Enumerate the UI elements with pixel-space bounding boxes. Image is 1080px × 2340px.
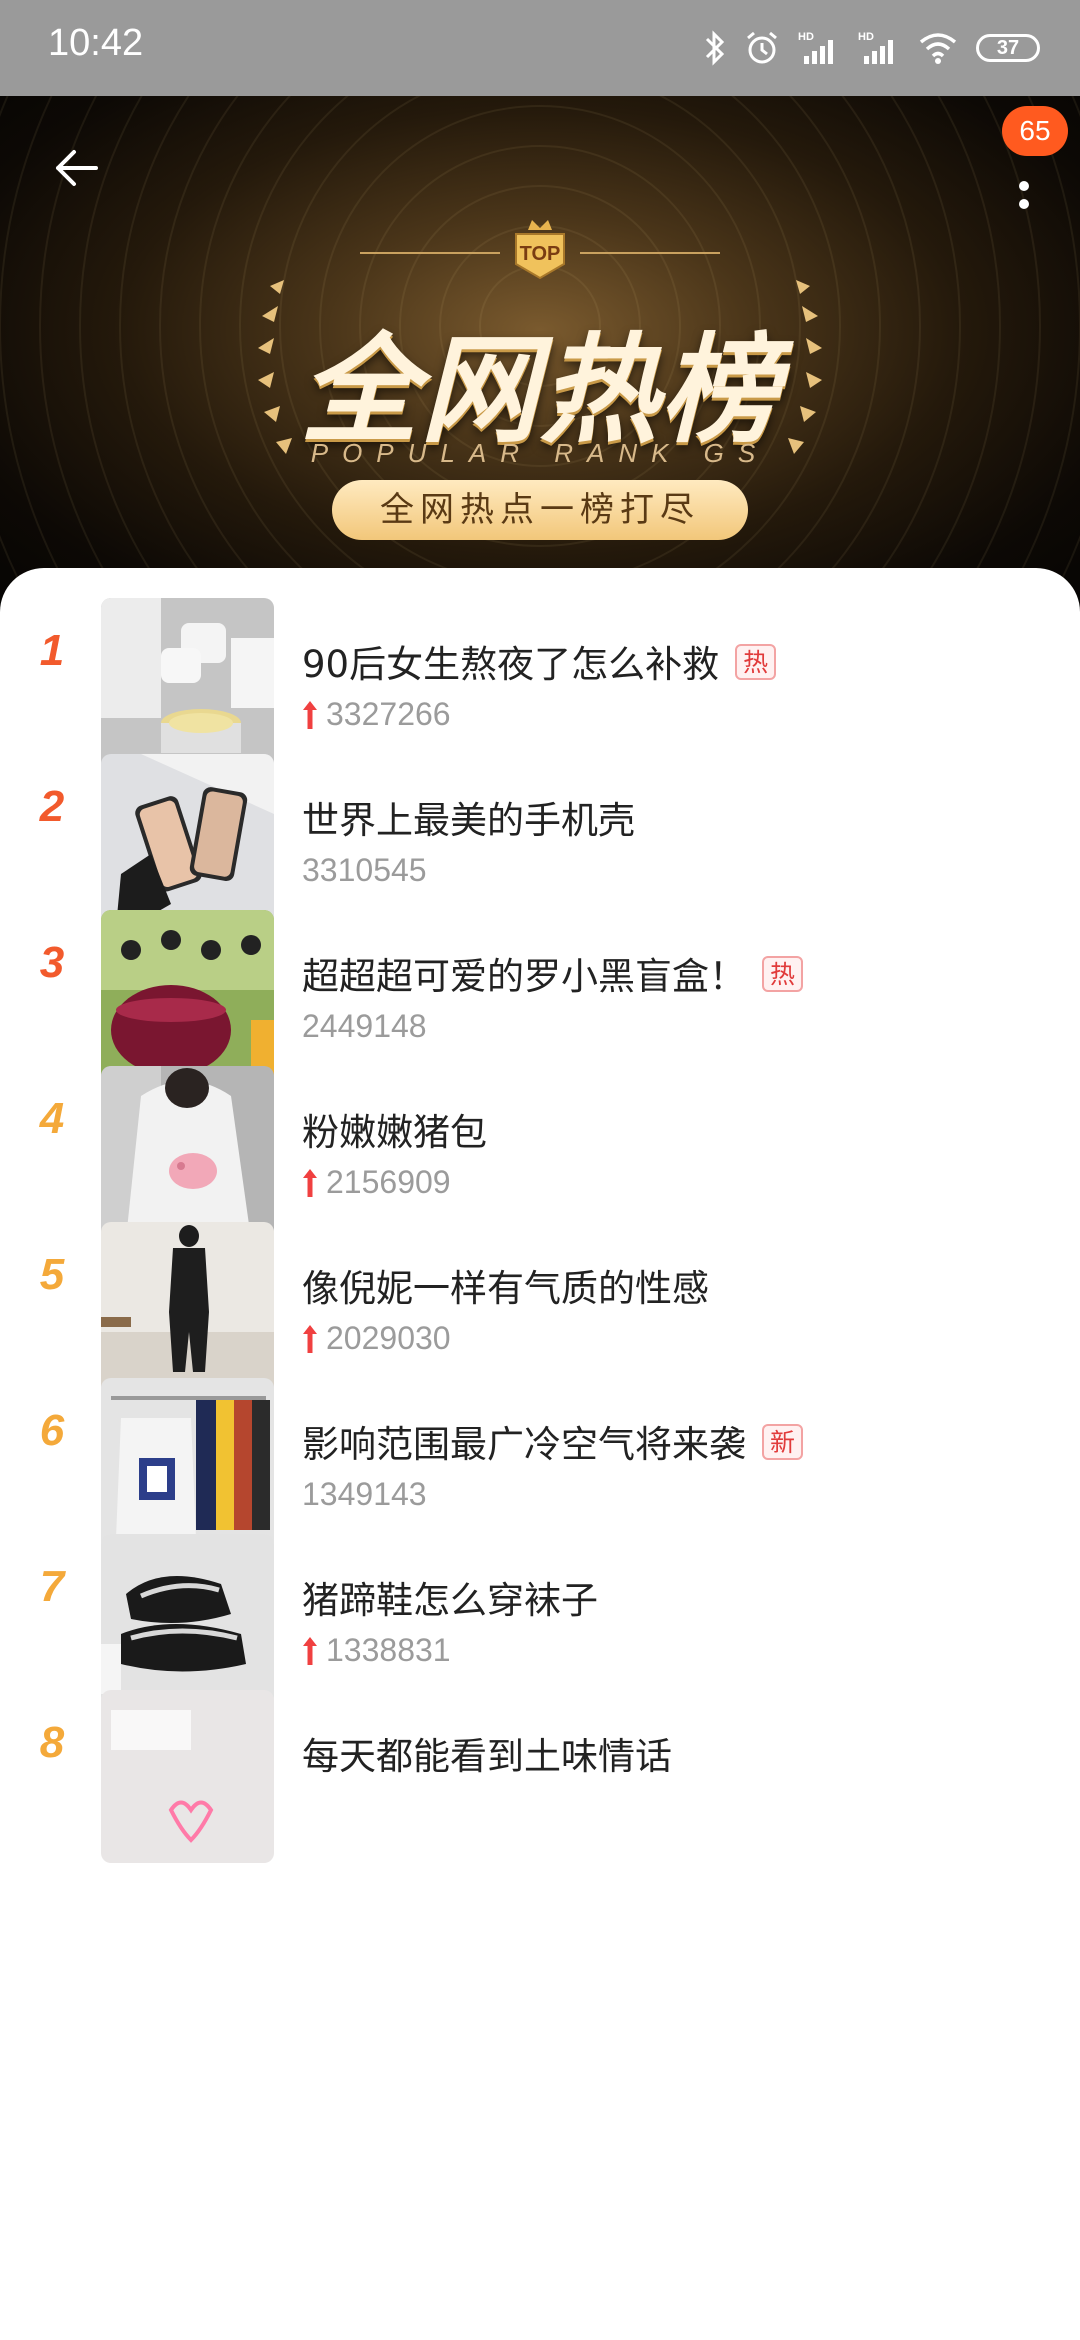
item-title-text: 影响范围最广冷空气将来袭: [302, 1423, 746, 1466]
crown-icon: TOP: [515, 220, 565, 280]
item-title-text: 猪蹄鞋怎么穿袜子: [302, 1579, 598, 1622]
bluetooth-icon: [705, 30, 725, 66]
arrow-left-icon: [56, 150, 98, 186]
battery-icon: 37: [976, 34, 1040, 62]
rank-number: 7: [39, 1562, 65, 1611]
rank-number: 5: [39, 1250, 65, 1299]
rank-number: 6: [39, 1406, 65, 1455]
slogan-pill: 全网热点一榜打尽: [332, 480, 748, 540]
hero-logo: TOP 全网热榜 POPULAR RANK GS 全网热点一榜打尽: [240, 216, 840, 616]
more-button[interactable]: [1004, 146, 1044, 226]
status-time: 10:42: [48, 22, 144, 64]
divider: [360, 252, 500, 254]
item-title-text: 粉嫩嫩猪包: [302, 1111, 487, 1154]
list-item[interactable]: 8 每天都能看到土味情话: [0, 1660, 1080, 1863]
item-title: 影响范围最广冷空气将来袭新: [302, 1414, 804, 1468]
rank-number: 3: [39, 938, 65, 987]
item-title-text: 像倪妮一样有气质的性感: [302, 1267, 709, 1310]
ranking-list: 1 90后女生熬夜了怎么补救热 3327266 2 世界上最美的手机壳 3310…: [0, 568, 1080, 2340]
rank-number: 4: [39, 1094, 65, 1143]
status-bar: 10:42 HD HD 37: [0, 0, 1080, 96]
new-tag: 新: [762, 1424, 804, 1460]
item-title: 猪蹄鞋怎么穿袜子: [302, 1570, 598, 1624]
hero-banner: 65 TOP 全网热榜 POPULAR RANK GS 全网热点一榜打尽: [0, 96, 1080, 616]
hot-tag: 热: [762, 956, 804, 992]
item-title-text: 世界上最美的手机壳: [302, 799, 635, 842]
hd-signal-icon: HD: [858, 31, 893, 64]
back-button[interactable]: [44, 136, 108, 200]
item-title-text: 90后女生熬夜了怎么补救: [302, 643, 720, 686]
alarm-icon: [747, 31, 777, 64]
status-icons: HD HD 37: [704, 22, 1040, 74]
svg-text:HD: HD: [858, 31, 874, 43]
hd-signal-icon: HD: [798, 31, 833, 64]
item-title: 像倪妮一样有气质的性感: [302, 1258, 709, 1312]
rank-number: 2: [39, 782, 65, 831]
more-vertical-icon: [1019, 181, 1029, 209]
rank-number: 1: [39, 626, 65, 675]
divider: [580, 252, 720, 254]
page-subtitle-en: POPULAR RANK GS: [310, 438, 770, 468]
item-title: 粉嫩嫩猪包: [302, 1102, 487, 1156]
item-title: 每天都能看到土味情话: [302, 1726, 672, 1780]
item-title-text: 超超超可爱的罗小黑盲盒！: [302, 955, 746, 998]
svg-text:HD: HD: [798, 31, 814, 43]
wifi-icon: [919, 33, 957, 64]
item-title: 世界上最美的手机壳: [302, 790, 635, 844]
item-title-text: 每天都能看到土味情话: [302, 1735, 672, 1778]
item-title: 超超超可爱的罗小黑盲盒！ 热: [302, 946, 804, 1000]
item-thumbnail: [101, 1690, 274, 1863]
top-label: TOP: [520, 243, 561, 265]
rank-number: 8: [39, 1718, 65, 1767]
item-title: 90后女生熬夜了怎么补救热: [302, 634, 777, 688]
hot-tag: 热: [735, 644, 777, 680]
